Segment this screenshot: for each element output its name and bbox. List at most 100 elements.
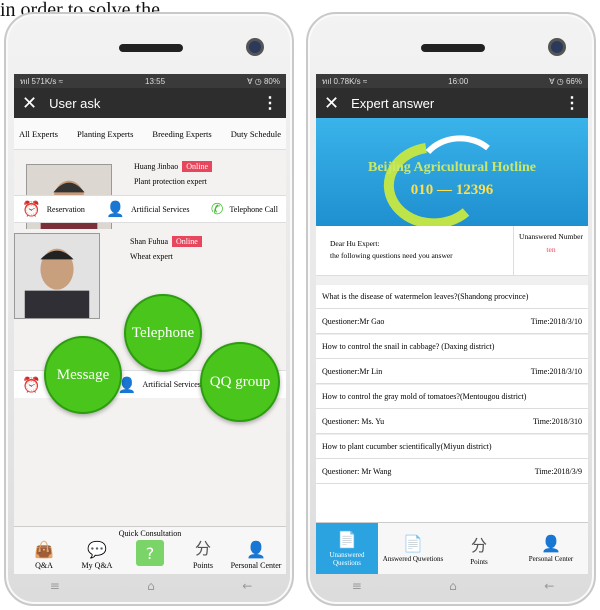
expert-name: Huang Jinbao [134,162,179,171]
banner-title: Beijing Agricultural Hotline [368,160,536,175]
person-icon: 👤 [246,540,266,559]
speaker [421,44,485,52]
greeting-text: Dear Hu Expert: [330,239,380,248]
list-item[interactable]: What is the disease of watermelon leaves… [316,284,588,334]
questioner: Questioner: Ms. Yu [322,416,385,426]
nav-points[interactable]: 分 Points [177,535,229,570]
telephone-call-button[interactable]: ✆ Telephone Call [211,200,278,218]
qq-group-bubble[interactable]: QQ group [200,342,280,422]
artificial-services-button[interactable]: 👤 Artificial Services [106,200,189,218]
question-time: Time:2018/3/9 [534,466,582,476]
reservation-button[interactable]: ⏰ [22,376,41,394]
person-icon: 👤 [541,534,561,553]
tab-breeding-experts[interactable]: Breeding Experts [152,129,211,139]
signal-text: ทıl 571K/s ≈ [20,76,64,86]
list-item[interactable]: How to control the snail in cabbage? (Da… [316,334,588,384]
clock: 16:00 [448,76,469,86]
artificial-services-label: Artificial Services [142,380,201,389]
nav-my-qa[interactable]: 💬 My Q&A [71,540,123,570]
questioner: Questioner:Mr Gao [322,316,385,326]
list-item[interactable]: How to plant cucumber scientifically(Miy… [316,434,588,484]
nav-personal-center-label: Personal Center [230,561,282,570]
system-nav: ≡ ⌂ ← [6,574,296,598]
right-phone: ทıl 0.78K/s ≈ 16:00 ∀ ◷ 66% ✕ Expert ans… [306,12,596,606]
nav-qa[interactable]: 👜 Q&A [18,540,70,570]
divider [316,276,588,284]
expert-info: Shan Fuhua Online Wheat expert [130,236,202,261]
page-title: Expert answer [351,95,435,111]
nav-points-label: Points [470,557,488,566]
alarm-clock-icon: ⏰ [22,375,41,394]
points-icon: 分 [470,535,487,555]
bag-icon: 👜 [34,540,54,559]
bottom-nav: 📄 Unanswered Questions 📄 Answered Quwetion… [316,522,588,574]
questioner: Questioner: Mr Wang [322,466,392,476]
expert-title: Plant protection expert [134,177,207,186]
consult-icon: ? [136,540,164,566]
expert-info: Huang Jinbao Online Plant protection expe… [134,161,212,186]
person-icon: 👤 [106,200,126,218]
home-icon[interactable]: ⌂ [147,579,155,593]
battery-text: ∀ ◷ 66% [549,76,582,86]
camera-icon [246,38,264,56]
expert-name: Shan Fuhua [130,237,168,246]
questioner: Questioner:Mr Lin [322,366,383,376]
artificial-services-label: Artificial Services [131,204,190,214]
nav-points[interactable]: 分 Points [448,523,510,574]
signal-text: ทıl 0.78K/s ≈ [322,76,368,86]
question-title: How to control the snail in cabbage? (Da… [316,334,588,359]
nav-answered-label: Answered Quwetions [382,555,444,563]
home-icon[interactable]: ⌂ [449,579,457,593]
tab-planting-experts[interactable]: Planting Experts [77,129,133,139]
message-bubble[interactable]: Message [44,336,122,414]
question-time: Time:2018/3/10 [530,316,582,326]
points-icon: 分 [194,539,211,558]
greeting-subtext: the following questions need you answer [330,251,453,260]
document-icon: 📄 [337,530,357,549]
back-icon[interactable]: ← [242,579,252,593]
tab-duty-schedule[interactable]: Duty Schedule [231,129,281,139]
unanswered-value: ten [546,245,556,254]
expert-title: Wheat expert [130,252,173,261]
nav-personal-center-label: Personal Center [528,555,574,563]
expert-actions: ⏰ Reservation 👤 Artificial Services ✆ Telep… [14,195,286,223]
more-icon[interactable]: ⋮ [262,93,278,113]
alarm-clock-icon: ⏰ [22,200,41,218]
back-icon[interactable]: ← [544,579,554,593]
reservation-button[interactable]: ⏰ Reservation [22,200,85,218]
camera-icon [548,38,566,56]
greeting-panel: Dear Hu Expert: the following questions … [316,226,588,276]
phone-icon: ✆ [210,200,224,218]
question-time: Time:2018/3/10 [530,366,582,376]
list-item[interactable]: How to control the gray mold of tomatoes… [316,384,588,434]
menu-icon[interactable]: ≡ [50,579,60,593]
question-title: How to plant cucumber scientifically(Miy… [316,434,588,459]
status-bar: ทıl 571K/s ≈ 13:55 ∀ ◷ 80% [14,74,286,88]
question-title: What is the disease of watermelon leaves… [316,284,588,309]
app-bar: ✕ User ask ⋮ [14,88,286,118]
nav-my-qa-label: My Q&A [81,561,113,570]
artificial-services-button[interactable]: 👤 Artificial Services [118,376,201,394]
battery-text: ∀ ◷ 80% [247,76,280,86]
nav-personal-center[interactable]: 👤 Personal Center [514,523,588,574]
tab-all-experts[interactable]: All Experts [19,129,58,139]
telephone-bubble[interactable]: Telephone [124,294,202,372]
nav-unanswered-label: Unanswered Questions [329,551,365,567]
nav-answered[interactable]: 📄 Answered Quwetions [382,523,444,574]
reservation-label: Reservation [46,204,85,214]
quick-consultation-label: Quick Consultation [118,529,182,538]
more-icon[interactable]: ⋮ [564,93,580,113]
close-icon[interactable]: ✕ [324,93,339,114]
close-icon[interactable]: ✕ [22,93,37,114]
bottom-nav: 👜 Q&A 💬 My Q&A Quick Consultation? 分 Points… [14,526,286,574]
clock: 13:55 [145,76,166,86]
quick-consultation-button[interactable]: Quick Consultation? [119,529,181,566]
expert-photo [14,233,100,319]
hotline-number: 010 — 12396 [410,182,494,198]
nav-unanswered[interactable]: 📄 Unanswered Questions [316,523,378,574]
nav-personal-center[interactable]: 👤 Personal Center [230,540,282,570]
nav-points-label: Points [192,561,213,570]
menu-icon[interactable]: ≡ [352,579,362,593]
expert-tabs: All Experts Planting Experts Breeding Ex… [14,118,286,150]
app-bar: ✕ Expert answer ⋮ [316,88,588,118]
